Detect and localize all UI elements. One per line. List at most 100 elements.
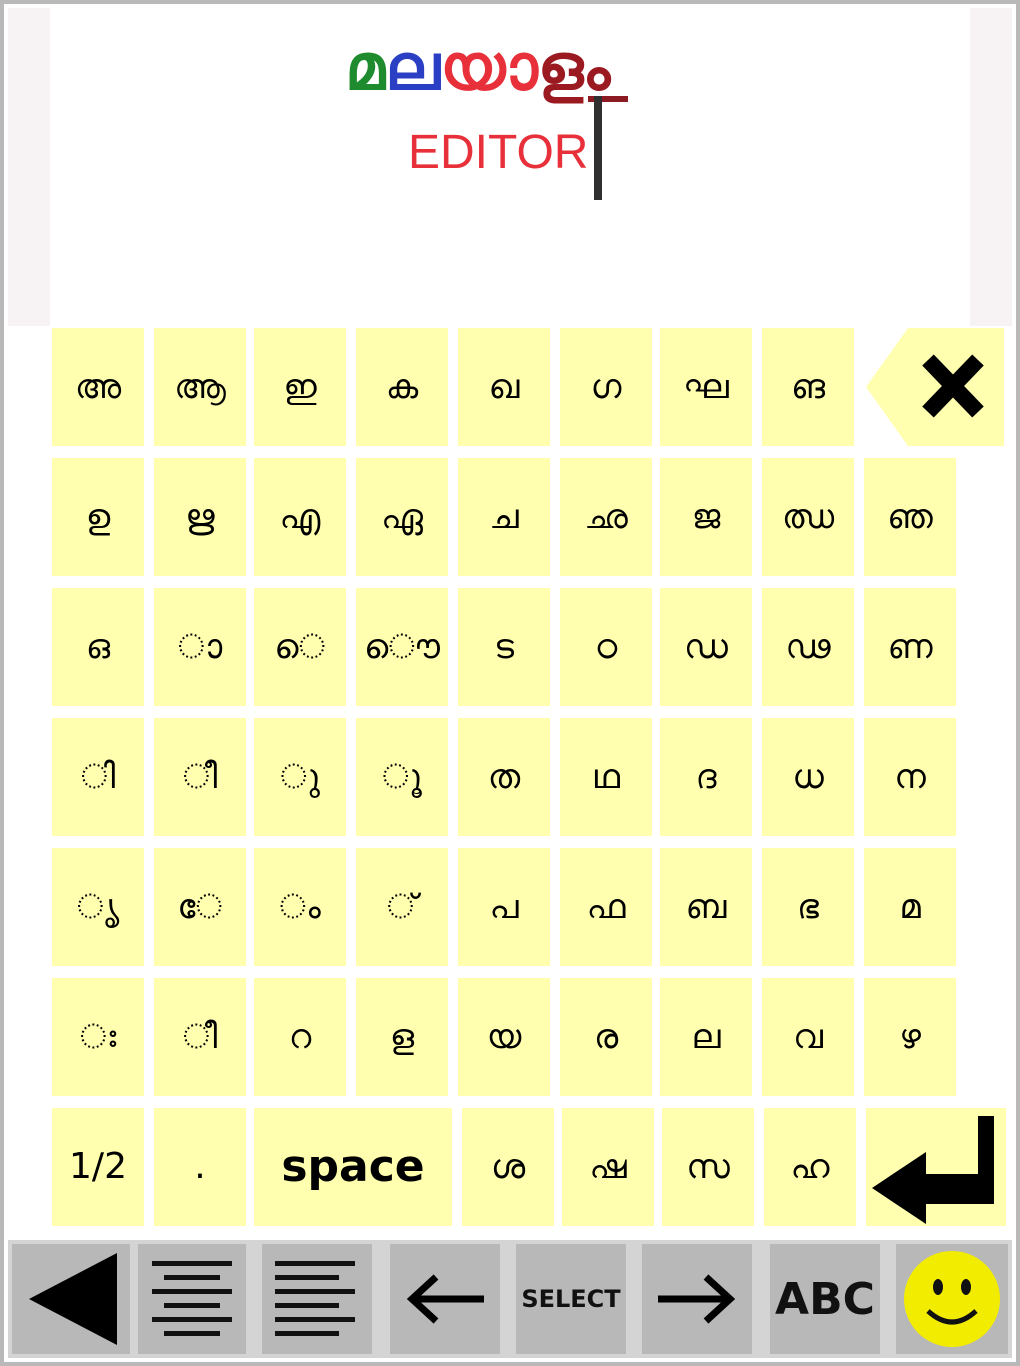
key-5-2[interactable]: റ [254,978,346,1096]
key-4-4[interactable]: പ [458,848,550,966]
key-label: ഒ [85,627,111,667]
key-1-8[interactable]: ഞ [864,458,956,576]
key-2-3[interactable]: ൌ [356,588,448,706]
abc-button[interactable]: ABC [770,1244,880,1354]
key-4-1[interactable]: േ [154,848,246,966]
key-3-2[interactable]: ു [254,718,346,836]
key-5-5[interactable]: ര [560,978,652,1096]
key-5-8[interactable]: ഴ [864,978,956,1096]
key-5-6[interactable]: ല [660,978,752,1096]
select-button[interactable]: SELECT [516,1244,626,1354]
key-4-6[interactable]: ബ [660,848,752,966]
move-right-button[interactable] [642,1244,752,1354]
key-label: ഞ [887,497,933,537]
key-3-0[interactable]: ി [52,718,144,836]
key-label: യ [486,1017,522,1057]
key-0-7[interactable]: ങ [762,328,854,446]
key-label: ണ [887,627,933,667]
key-2-1[interactable]: ാ [154,588,246,706]
key-4-5[interactable]: ഫ [560,848,652,966]
key-3-4[interactable]: ത [458,718,550,836]
key-0-4[interactable]: ഖ [458,328,550,446]
key-5-0[interactable]: ഃ [52,978,144,1096]
key-2-2[interactable]: െ [254,588,346,706]
page-toggle-label: 1/2 [69,1146,127,1187]
key-1-6[interactable]: ജ [660,458,752,576]
key-3-6[interactable]: ദ [660,718,752,836]
key-2-8[interactable]: ണ [864,588,956,706]
key-0-1[interactable]: ആ [154,328,246,446]
editor-text[interactable]: EDITOR [408,128,588,178]
space-key[interactable]: space [254,1108,452,1226]
key-label: ് [386,887,418,927]
key-1-3[interactable]: ഏ [356,458,448,576]
page-toggle-key[interactable]: 1/2 [52,1108,144,1226]
key-4-8[interactable]: മ [864,848,956,966]
align-left-button[interactable] [262,1244,372,1354]
key-1-1[interactable]: ഋ [154,458,246,576]
back-triangle-icon [29,1253,117,1345]
key-ha[interactable]: ഹ [764,1108,856,1226]
key-sha[interactable]: ശ [462,1108,554,1226]
key-4-3[interactable]: ് [356,848,448,966]
key-1-2[interactable]: എ [254,458,346,576]
align-left-icon [275,1261,355,1336]
key-label: ഉ [85,497,111,537]
key-2-4[interactable]: ട [458,588,550,706]
key-label: ധ [792,757,824,797]
enter-icon [872,1116,994,1224]
key-5-3[interactable]: ള [356,978,448,1096]
key-label: ം [279,887,321,927]
key-3-1[interactable]: ീ [154,718,246,836]
key-label: ഥ [592,757,620,797]
key-3-8[interactable]: ന [864,718,956,836]
key-label: ാ [177,627,223,667]
key-label: ആ [174,367,226,407]
key-2-6[interactable]: ഡ [660,588,752,706]
key-5-1[interactable]: ീ [154,978,246,1096]
key-3-7[interactable]: ധ [762,718,854,836]
key-2-0[interactable]: ഒ [52,588,144,706]
period-key[interactable]: . [154,1108,246,1226]
key-label: ഹ [790,1147,830,1187]
key-0-2[interactable]: ഇ [254,328,346,446]
key-3-5[interactable]: ഥ [560,718,652,836]
key-0-5[interactable]: ഗ [560,328,652,446]
enter-key[interactable] [866,1108,1006,1226]
align-center-button[interactable] [138,1244,246,1354]
backspace-icon [866,328,1004,446]
key-label: ബ [685,887,727,927]
key-label: ി [80,757,116,797]
key-label: പ [489,887,519,927]
select-label: SELECT [521,1285,621,1313]
backspace-key[interactable] [866,328,1004,446]
space-label: space [281,1141,425,1192]
key-4-7[interactable]: ഭ [762,848,854,966]
smiley-button[interactable] [896,1244,1008,1354]
key-1-5[interactable]: ഛ [560,458,652,576]
key-0-3[interactable]: ക [356,328,448,446]
key-label: ഡ [684,627,728,667]
key-label: ഴ [899,1017,921,1057]
logo-letter: യ [439,31,538,105]
key-1-4[interactable]: ച [458,458,550,576]
back-button[interactable] [12,1244,130,1354]
key-2-5[interactable]: ഠ [560,588,652,706]
key-0-6[interactable]: ഘ [660,328,752,446]
key-label: എ [279,497,321,537]
key-ssa[interactable]: ഷ [562,1108,654,1226]
key-5-4[interactable]: യ [458,978,550,1096]
key-5-7[interactable]: വ [762,978,854,1096]
key-3-3[interactable]: ൂ [356,718,448,836]
key-sa[interactable]: സ [662,1108,754,1226]
key-label: ഖ [488,367,520,407]
key-label: ല [691,1017,721,1057]
key-1-0[interactable]: ഉ [52,458,144,576]
key-4-2[interactable]: ം [254,848,346,966]
key-0-0[interactable]: അ [52,328,144,446]
key-4-0[interactable]: ൃ [52,848,144,966]
key-label: ട [493,627,515,667]
key-1-7[interactable]: ഝ [762,458,854,576]
key-2-7[interactable]: ഢ [762,588,854,706]
move-left-button[interactable] [390,1244,500,1354]
